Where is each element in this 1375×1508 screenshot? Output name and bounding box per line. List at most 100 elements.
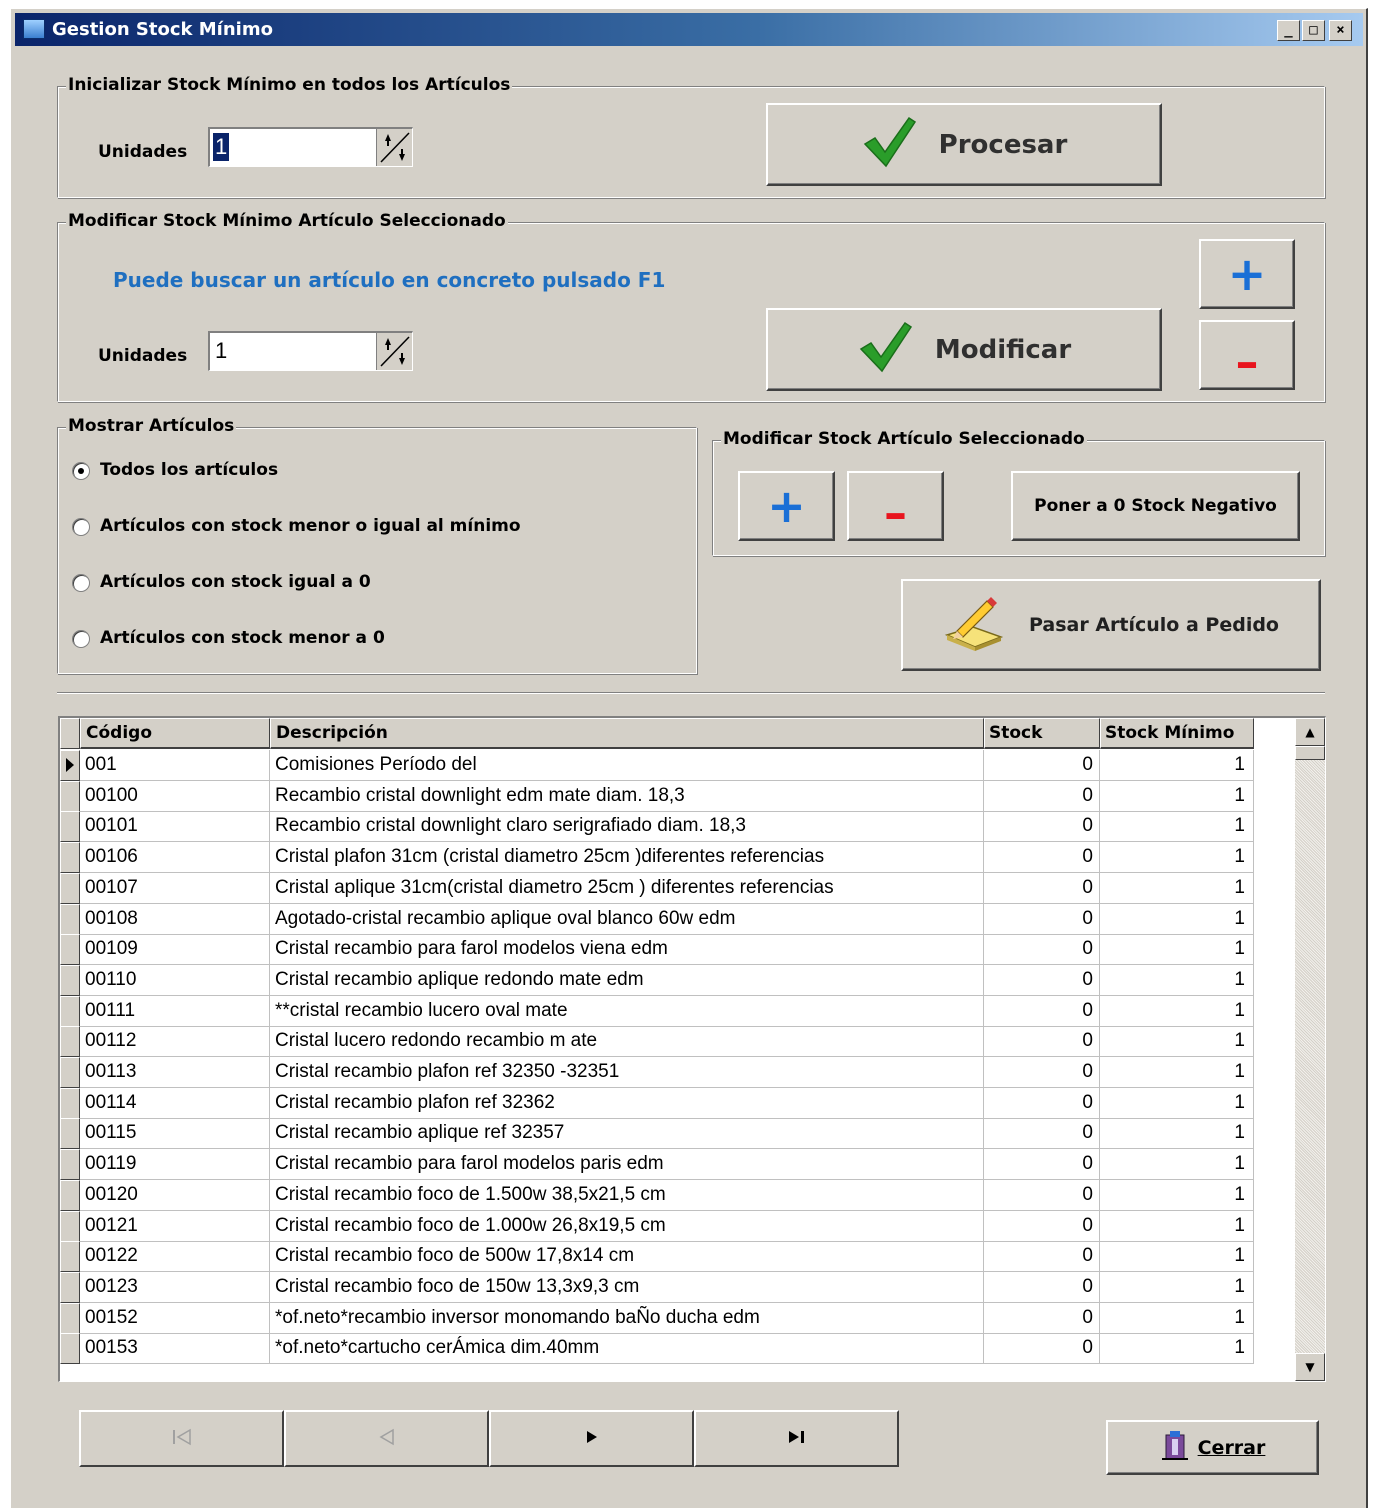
cell-min-stock[interactable]: 1 bbox=[1100, 872, 1254, 904]
cell-min-stock[interactable]: 1 bbox=[1100, 1057, 1254, 1088]
cell-description[interactable]: Cristal recambio foco de 1.500w 38,5x21,… bbox=[270, 1179, 984, 1211]
row-indicator[interactable] bbox=[60, 995, 80, 1027]
init-units-spinner[interactable]: 1 bbox=[208, 127, 413, 167]
table-row[interactable]: 00100 Recambio cristal downlight edm mate… bbox=[60, 780, 1254, 812]
cell-stock[interactable]: 0 bbox=[984, 964, 1100, 996]
cell-min-stock[interactable]: 1 bbox=[1100, 1333, 1254, 1365]
row-indicator[interactable] bbox=[60, 872, 80, 904]
column-header-description[interactable]: Descripción bbox=[270, 718, 984, 749]
cell-description[interactable]: Cristal plafon 31cm (cristal diametro 25… bbox=[270, 842, 984, 874]
cell-description[interactable]: Cristal recambio para farol modelos pari… bbox=[270, 1149, 984, 1181]
cell-min-stock[interactable]: 1 bbox=[1100, 1026, 1254, 1058]
first-record-button[interactable] bbox=[79, 1410, 284, 1467]
spinner-arrows-icon[interactable] bbox=[376, 129, 412, 166]
cell-stock[interactable]: 0 bbox=[984, 1271, 1100, 1303]
modify-units-input[interactable]: 1 bbox=[213, 337, 371, 365]
cell-description[interactable]: Cristal recambio plafon ref 32362 bbox=[270, 1087, 984, 1119]
cell-stock[interactable]: 0 bbox=[984, 1333, 1100, 1365]
cell-description[interactable]: Recambio cristal downlight edm mate diam… bbox=[270, 780, 984, 812]
table-row[interactable]: 00106 Cristal plafon 31cm (cristal diamet… bbox=[60, 842, 1254, 874]
cell-code[interactable]: 00120 bbox=[80, 1179, 270, 1211]
cell-description[interactable]: Cristal recambio aplique ref 32357 bbox=[270, 1118, 984, 1150]
cell-code[interactable]: 00109 bbox=[80, 934, 270, 966]
modify-button[interactable]: Modificar bbox=[766, 308, 1162, 391]
row-indicator[interactable] bbox=[60, 1179, 80, 1211]
row-indicator[interactable] bbox=[60, 1118, 80, 1150]
cell-min-stock[interactable]: 1 bbox=[1100, 1179, 1254, 1211]
table-row[interactable]: 00108 Agotado-cristal recambio aplique ov… bbox=[60, 903, 1254, 935]
next-record-button[interactable] bbox=[489, 1410, 694, 1467]
table-row[interactable]: 00113 Cristal recambio plafon ref 32350 -… bbox=[60, 1057, 1254, 1088]
column-header-code[interactable]: Código bbox=[80, 718, 270, 749]
close-window-button[interactable]: × bbox=[1329, 20, 1352, 41]
cell-stock[interactable]: 0 bbox=[984, 934, 1100, 966]
cell-code[interactable]: 00113 bbox=[80, 1057, 270, 1088]
cell-code[interactable]: 00110 bbox=[80, 964, 270, 996]
grid-vertical-scrollbar[interactable]: ▲ ▼ bbox=[1295, 718, 1325, 1381]
row-indicator[interactable] bbox=[60, 1241, 80, 1273]
cell-description[interactable]: Comisiones Período del bbox=[270, 750, 984, 781]
cell-description[interactable]: Cristal recambio plafon ref 32350 -32351 bbox=[270, 1057, 984, 1088]
cell-stock[interactable]: 0 bbox=[984, 1179, 1100, 1211]
row-indicator[interactable] bbox=[60, 1302, 80, 1334]
cell-description[interactable]: Cristal recambio foco de 1.000w 26,8x19,… bbox=[270, 1210, 984, 1242]
cell-code[interactable]: 00123 bbox=[80, 1271, 270, 1303]
table-row[interactable]: 00109 Cristal recambio para farol modelos… bbox=[60, 934, 1254, 966]
cell-stock[interactable]: 0 bbox=[984, 903, 1100, 935]
column-header-stock[interactable]: Stock bbox=[984, 718, 1100, 749]
table-row[interactable]: 00121 Cristal recambio foco de 1.000w 26,… bbox=[60, 1210, 1254, 1242]
last-record-button[interactable] bbox=[694, 1410, 899, 1467]
table-row[interactable]: 00101 Recambio cristal downlight claro se… bbox=[60, 811, 1254, 843]
cell-code[interactable]: 00107 bbox=[80, 872, 270, 904]
cell-min-stock[interactable]: 1 bbox=[1100, 903, 1254, 935]
close-button[interactable]: Cerrar bbox=[1106, 1420, 1319, 1475]
table-row[interactable]: 00123 Cristal recambio foco de 150w 13,3x… bbox=[60, 1271, 1254, 1303]
scroll-up-arrow-icon[interactable]: ▲ bbox=[1295, 718, 1325, 746]
zero-negative-stock-button[interactable]: Poner a 0 Stock Negativo bbox=[1011, 471, 1300, 541]
table-row[interactable]: 00112 Cristal lucero redondo recambio m a… bbox=[60, 1026, 1254, 1058]
table-row[interactable]: 00110 Cristal recambio aplique redondo ma… bbox=[60, 964, 1254, 996]
current-row-indicator-icon[interactable] bbox=[60, 750, 80, 781]
table-row[interactable]: 00119 Cristal recambio para farol modelos… bbox=[60, 1149, 1254, 1181]
cell-code[interactable]: 00101 bbox=[80, 811, 270, 843]
cell-code[interactable]: 00115 bbox=[80, 1118, 270, 1150]
row-indicator[interactable] bbox=[60, 1271, 80, 1303]
cell-min-stock[interactable]: 1 bbox=[1100, 995, 1254, 1027]
spinner-arrows-icon[interactable] bbox=[376, 333, 412, 370]
row-indicator[interactable] bbox=[60, 842, 80, 874]
row-indicator[interactable] bbox=[60, 1026, 80, 1058]
cell-min-stock[interactable]: 1 bbox=[1100, 780, 1254, 812]
table-row[interactable]: 00107 Cristal aplique 31cm(cristal diamet… bbox=[60, 872, 1254, 904]
row-indicator[interactable] bbox=[60, 1149, 80, 1181]
previous-record-button[interactable] bbox=[284, 1410, 489, 1467]
row-indicator[interactable] bbox=[60, 1333, 80, 1365]
radio-button[interactable] bbox=[72, 462, 90, 480]
cell-min-stock[interactable]: 1 bbox=[1100, 964, 1254, 996]
scroll-thumb[interactable] bbox=[1295, 746, 1325, 760]
row-indicator[interactable] bbox=[60, 811, 80, 843]
cell-min-stock[interactable]: 1 bbox=[1100, 1210, 1254, 1242]
cell-min-stock[interactable]: 1 bbox=[1100, 1302, 1254, 1334]
init-units-input[interactable]: 1 bbox=[213, 133, 229, 161]
cell-stock[interactable]: 0 bbox=[984, 1087, 1100, 1119]
maximize-button[interactable]: □ bbox=[1302, 20, 1325, 41]
cell-code[interactable]: 00114 bbox=[80, 1087, 270, 1119]
table-row[interactable]: 00111 **cristal recambio lucero oval mate… bbox=[60, 995, 1254, 1027]
cell-code[interactable]: 00108 bbox=[80, 903, 270, 935]
modify-units-spinner[interactable]: 1 bbox=[208, 331, 413, 371]
row-indicator[interactable] bbox=[60, 1087, 80, 1119]
cell-min-stock[interactable]: 1 bbox=[1100, 1087, 1254, 1119]
cell-code[interactable]: 00106 bbox=[80, 842, 270, 874]
increase-min-button[interactable]: + bbox=[1199, 239, 1295, 309]
cell-stock[interactable]: 0 bbox=[984, 995, 1100, 1027]
cell-description[interactable]: Cristal recambio foco de 150w 13,3x9,3 c… bbox=[270, 1271, 984, 1303]
row-indicator[interactable] bbox=[60, 1057, 80, 1088]
cell-code[interactable]: 00121 bbox=[80, 1210, 270, 1242]
cell-code[interactable]: 00100 bbox=[80, 780, 270, 812]
cell-description[interactable]: Agotado-cristal recambio aplique oval bl… bbox=[270, 903, 984, 935]
cell-description[interactable]: *of.neto*recambio inversor monomando baÑ… bbox=[270, 1302, 984, 1334]
radio-button[interactable] bbox=[72, 630, 90, 648]
cell-stock[interactable]: 0 bbox=[984, 1149, 1100, 1181]
cell-code[interactable]: 00152 bbox=[80, 1302, 270, 1334]
order-button[interactable]: Pasar Artículo a Pedido bbox=[901, 579, 1321, 671]
